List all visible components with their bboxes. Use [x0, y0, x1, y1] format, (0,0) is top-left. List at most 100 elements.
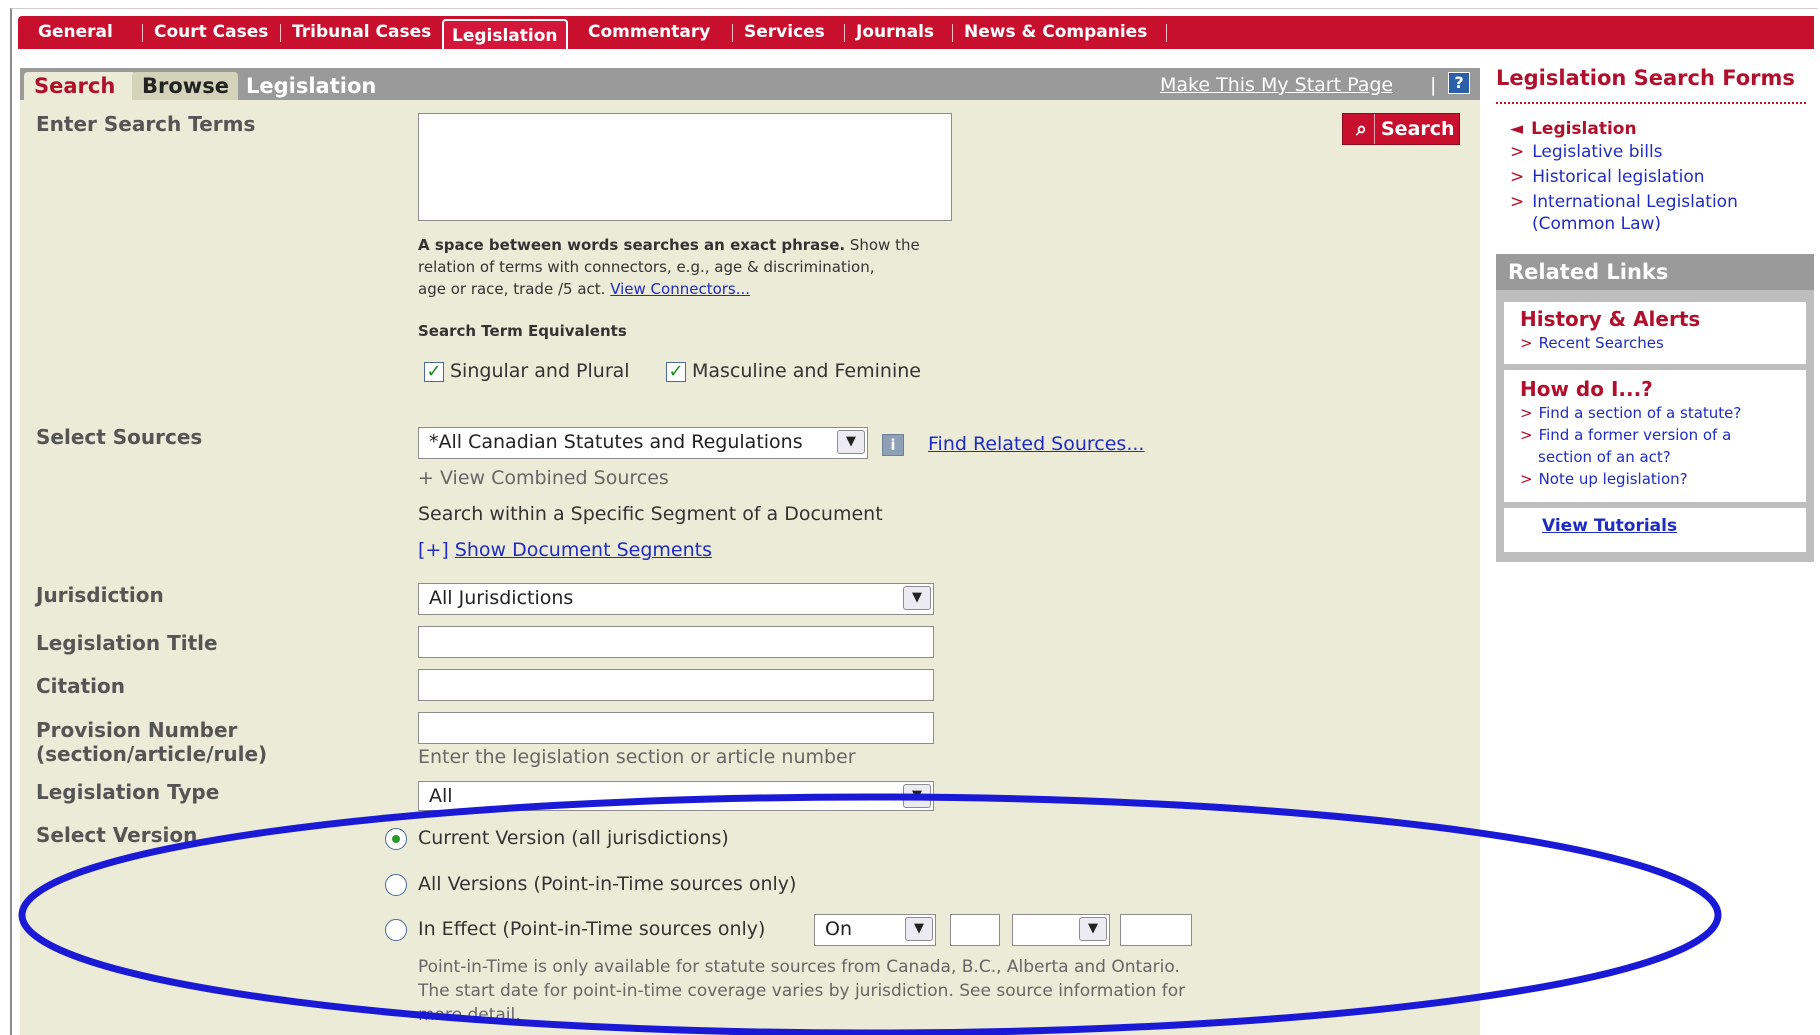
- chevron-right-icon: >: [1510, 192, 1525, 212]
- search-button[interactable]: ⌕ Search: [1342, 113, 1460, 145]
- select-sources-label: Select Sources: [36, 425, 203, 449]
- howdo-link-former-version[interactable]: > Find a former version of a section of an…: [1520, 424, 1731, 468]
- search-hint-line-2: relation of terms with connectors, e.g.,…: [418, 258, 875, 276]
- sidebar-item-legislative-bills[interactable]: > Legislative bills: [1510, 141, 1663, 163]
- legislation-type-select[interactable]: All ▼: [418, 781, 934, 811]
- view-tutorials-link[interactable]: View Tutorials: [1542, 515, 1677, 537]
- jurisdiction-label: Jurisdiction: [36, 583, 164, 607]
- search-terms-input[interactable]: [418, 113, 952, 221]
- howdo-link-find-section[interactable]: > Find a section of a statute?: [1520, 402, 1741, 424]
- search-terms-label: Enter Search Terms: [36, 112, 256, 136]
- legislation-type-value: All: [429, 785, 453, 807]
- sidebar-divider: [1496, 102, 1806, 104]
- all-versions-radio[interactable]: [385, 874, 407, 896]
- tab-commentary[interactable]: Commentary: [588, 16, 710, 49]
- provision-label-line-1: Provision Number: [36, 718, 238, 742]
- make-start-page-link[interactable]: Make This My Start Page: [1160, 74, 1393, 96]
- select-version-label: Select Version: [36, 823, 198, 847]
- note-line-1: Point-in-Time is only available for stat…: [418, 957, 1180, 977]
- month-select[interactable]: ▼: [1012, 914, 1110, 946]
- provision-label-line-2: (section/article/rule): [36, 742, 268, 766]
- sidebar-title: Legislation Search Forms: [1496, 66, 1795, 90]
- singular-plural-option[interactable]: ✓ Singular and Plural: [424, 360, 630, 382]
- view-combined-sources[interactable]: + View Combined Sources: [418, 467, 669, 489]
- chevron-right-icon: >: [1510, 142, 1525, 162]
- tab-news-companies[interactable]: News & Companies: [964, 16, 1147, 49]
- chevron-right-icon: >: [1520, 404, 1533, 422]
- show-segments-link[interactable]: Show Document Segments: [455, 539, 712, 561]
- in-effect-operator-select[interactable]: On ▼: [814, 914, 936, 946]
- provision-hint: Enter the legislation section or article…: [418, 746, 856, 768]
- citation-input[interactable]: [418, 669, 934, 701]
- panel-title: Legislation: [246, 74, 377, 98]
- chevron-down-icon: ▼: [837, 430, 865, 454]
- legislation-title-input[interactable]: [418, 626, 934, 658]
- sidebar-item-historical-legislation[interactable]: > Historical legislation: [1510, 166, 1705, 188]
- view-connectors-link[interactable]: View Connectors...: [610, 280, 750, 298]
- current-version-radio[interactable]: [385, 828, 407, 850]
- note-line-2: The start date for point-in-time coverag…: [418, 981, 1186, 1001]
- tab-services[interactable]: Services: [744, 16, 825, 49]
- tab-tribunal-cases[interactable]: Tribunal Cases: [292, 16, 431, 49]
- show-segments-toggle[interactable]: [+] Show Document Segments: [418, 539, 712, 561]
- chevron-right-icon: >: [1520, 334, 1533, 352]
- masculine-feminine-option[interactable]: ✓ Masculine and Feminine: [666, 360, 921, 382]
- legislation-type-label: Legislation Type: [36, 780, 220, 804]
- tab-browse[interactable]: Browse: [132, 72, 238, 100]
- citation-label: Citation: [36, 674, 125, 698]
- chevron-down-icon: ▼: [1079, 917, 1107, 941]
- singular-plural-label: Singular and Plural: [450, 360, 630, 382]
- tab-legislation[interactable]: Legislation: [442, 19, 568, 49]
- segment-text: Search within a Specific Segment of a Do…: [418, 503, 883, 525]
- jurisdiction-select[interactable]: All Jurisdictions ▼: [418, 583, 934, 615]
- search-hint-line-3: age or race, trade /5 act.: [418, 280, 606, 298]
- in-effect-label: In Effect (Point-in-Time sources only): [418, 918, 766, 940]
- chevron-right-icon: >: [1520, 426, 1533, 444]
- search-hint: A space between words searches an exact …: [418, 234, 978, 300]
- header-divider: |: [1430, 74, 1437, 96]
- arrow-left-icon: ◄: [1510, 119, 1524, 139]
- tab-general[interactable]: General: [38, 16, 113, 49]
- chevron-right-icon: >: [1520, 470, 1533, 488]
- provision-number-input[interactable]: [418, 712, 934, 744]
- chevron-down-icon: ▼: [903, 784, 931, 808]
- singular-plural-checkbox[interactable]: ✓: [424, 361, 444, 382]
- howdo-link-note-up[interactable]: > Note up legislation?: [1520, 468, 1688, 490]
- info-icon[interactable]: i: [882, 434, 904, 456]
- chevron-right-icon: >: [1510, 167, 1525, 187]
- sources-select-value: *All Canadian Statutes and Regulations: [429, 431, 803, 453]
- find-related-sources-link[interactable]: Find Related Sources...: [928, 433, 1144, 455]
- masculine-feminine-checkbox[interactable]: ✓: [666, 361, 686, 382]
- top-navigation: General Court Cases Tribunal Cases Legis…: [18, 16, 1814, 49]
- masculine-feminine-label: Masculine and Feminine: [692, 360, 921, 382]
- all-versions-label: All Versions (Point-in-Time sources only…: [418, 873, 797, 895]
- chevron-down-icon: ▼: [903, 586, 931, 610]
- chevron-down-icon: ▼: [905, 917, 933, 941]
- point-in-time-note: Point-in-Time is only available for stat…: [418, 955, 1185, 1027]
- legislation-title-label: Legislation Title: [36, 631, 218, 655]
- tab-court-cases[interactable]: Court Cases: [154, 16, 268, 49]
- note-line-3: more detail.: [418, 1005, 521, 1025]
- recent-searches-link[interactable]: > Recent Searches: [1520, 332, 1664, 354]
- search-hint-bold: A space between words searches an exact …: [418, 236, 846, 254]
- in-effect-radio[interactable]: [385, 919, 407, 941]
- in-effect-operator-value: On: [825, 918, 852, 940]
- sidebar-item-legislation[interactable]: ◄ Legislation: [1510, 118, 1637, 140]
- provision-number-label: Provision Number (section/article/rule): [36, 718, 267, 766]
- equivalents-title: Search Term Equivalents: [418, 322, 627, 340]
- tab-search[interactable]: Search: [24, 72, 136, 100]
- related-links-title: Related Links: [1496, 254, 1814, 290]
- segment-prefix: [+]: [418, 539, 449, 561]
- day-input[interactable]: [950, 914, 1000, 946]
- year-input[interactable]: [1120, 914, 1192, 946]
- search-icon: ⌕: [1349, 114, 1375, 144]
- tab-journals[interactable]: Journals: [856, 16, 934, 49]
- sources-select[interactable]: *All Canadian Statutes and Regulations ▼: [418, 427, 868, 459]
- search-hint-rest: Show the: [845, 236, 920, 254]
- how-do-i-title: How do I...?: [1520, 377, 1653, 401]
- current-version-label: Current Version (all jurisdictions): [418, 827, 729, 849]
- sidebar-item-international-legislation[interactable]: > International Legislation (Common Law): [1510, 191, 1738, 235]
- history-alerts-title: History & Alerts: [1520, 307, 1701, 331]
- jurisdiction-select-value: All Jurisdictions: [429, 587, 574, 609]
- help-icon[interactable]: ?: [1448, 72, 1470, 94]
